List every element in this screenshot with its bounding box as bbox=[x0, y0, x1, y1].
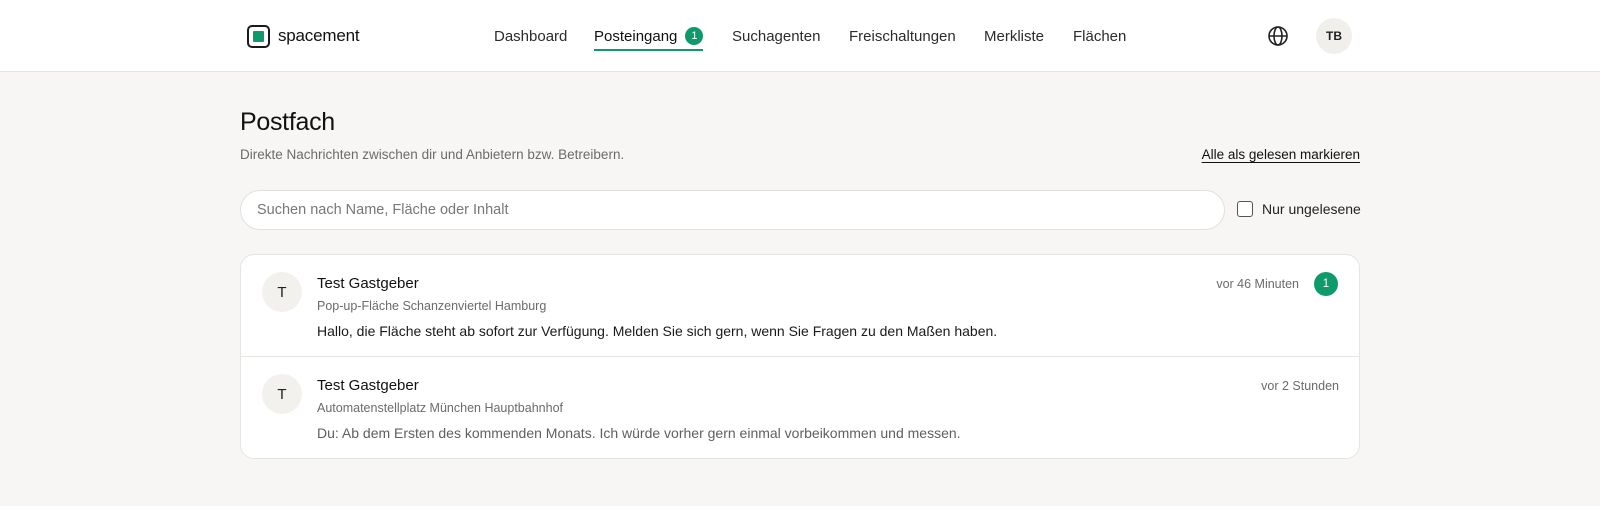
nav-freischaltungen-label: Freischaltungen bbox=[849, 27, 956, 45]
nav-suchagenten-label: Suchagenten bbox=[732, 27, 821, 45]
mark-all-read-link[interactable]: Alle als gelesen markieren bbox=[1202, 147, 1360, 162]
nav-posteingang[interactable]: Posteingang 1 bbox=[594, 0, 704, 72]
active-tab-indicator bbox=[594, 49, 704, 51]
sender-name: Test Gastgeber bbox=[317, 275, 419, 292]
user-avatar[interactable]: TB bbox=[1316, 18, 1352, 54]
message-preview: Du: Ab dem Ersten des kommenden Monats. … bbox=[317, 425, 961, 441]
nav-merkliste[interactable]: Merkliste bbox=[984, 0, 1044, 72]
nav-freischaltungen[interactable]: Freischaltungen bbox=[849, 0, 956, 72]
nav-merkliste-label: Merkliste bbox=[984, 27, 1045, 45]
message-time: vor 2 Stunden bbox=[1261, 379, 1339, 393]
unread-count-badge: 1 bbox=[1314, 272, 1338, 296]
unread-only-checkbox[interactable] bbox=[1237, 201, 1253, 217]
nav-posteingang-label: Posteingang bbox=[594, 27, 678, 45]
search-input[interactable] bbox=[240, 190, 1225, 230]
listing-name: Automatenstellplatz München Hauptbahnhof bbox=[317, 401, 563, 415]
conversation-row[interactable]: T Test Gastgeber Automatenstellplatz Mün… bbox=[241, 356, 1359, 458]
conversation-list: T Test Gastgeber Pop-up-Fläche Schanzenv… bbox=[240, 254, 1360, 459]
unread-only-filter[interactable]: Nur ungelesene bbox=[1237, 201, 1361, 217]
unread-only-label: Nur ungelesene bbox=[1262, 201, 1361, 217]
sender-avatar: T bbox=[262, 374, 302, 414]
nav-suchagenten[interactable]: Suchagenten bbox=[732, 0, 820, 72]
nav-unread-badge: 1 bbox=[685, 27, 704, 45]
nav-dashboard[interactable]: Dashboard bbox=[494, 0, 567, 72]
page-subtitle: Direkte Nachrichten zwischen dir und Anb… bbox=[240, 147, 625, 162]
listing-name: Pop-up-Fläche Schanzenviertel Hamburg bbox=[317, 299, 547, 313]
sender-name: Test Gastgeber bbox=[317, 377, 419, 394]
page-title: Postfach bbox=[240, 108, 335, 136]
message-time: vor 46 Minuten bbox=[1216, 277, 1299, 291]
brand-logo[interactable]: spacement bbox=[247, 24, 360, 48]
language-button[interactable] bbox=[1266, 24, 1290, 48]
nav-dashboard-label: Dashboard bbox=[494, 27, 568, 45]
globe-icon bbox=[1268, 26, 1288, 46]
message-preview: Hallo, die Fläche steht ab sofort zur Ve… bbox=[317, 323, 998, 339]
square-logo-icon bbox=[247, 24, 270, 48]
brand-name: spacement bbox=[278, 26, 360, 45]
nav-flaechen-label: Flächen bbox=[1073, 27, 1127, 45]
sender-avatar: T bbox=[262, 272, 302, 312]
conversation-row[interactable]: T Test Gastgeber Pop-up-Fläche Schanzenv… bbox=[241, 255, 1359, 357]
top-navigation-bar: spacement Dashboard Posteingang 1 Suchag… bbox=[0, 0, 1600, 72]
nav-flaechen[interactable]: Flächen bbox=[1073, 0, 1126, 72]
